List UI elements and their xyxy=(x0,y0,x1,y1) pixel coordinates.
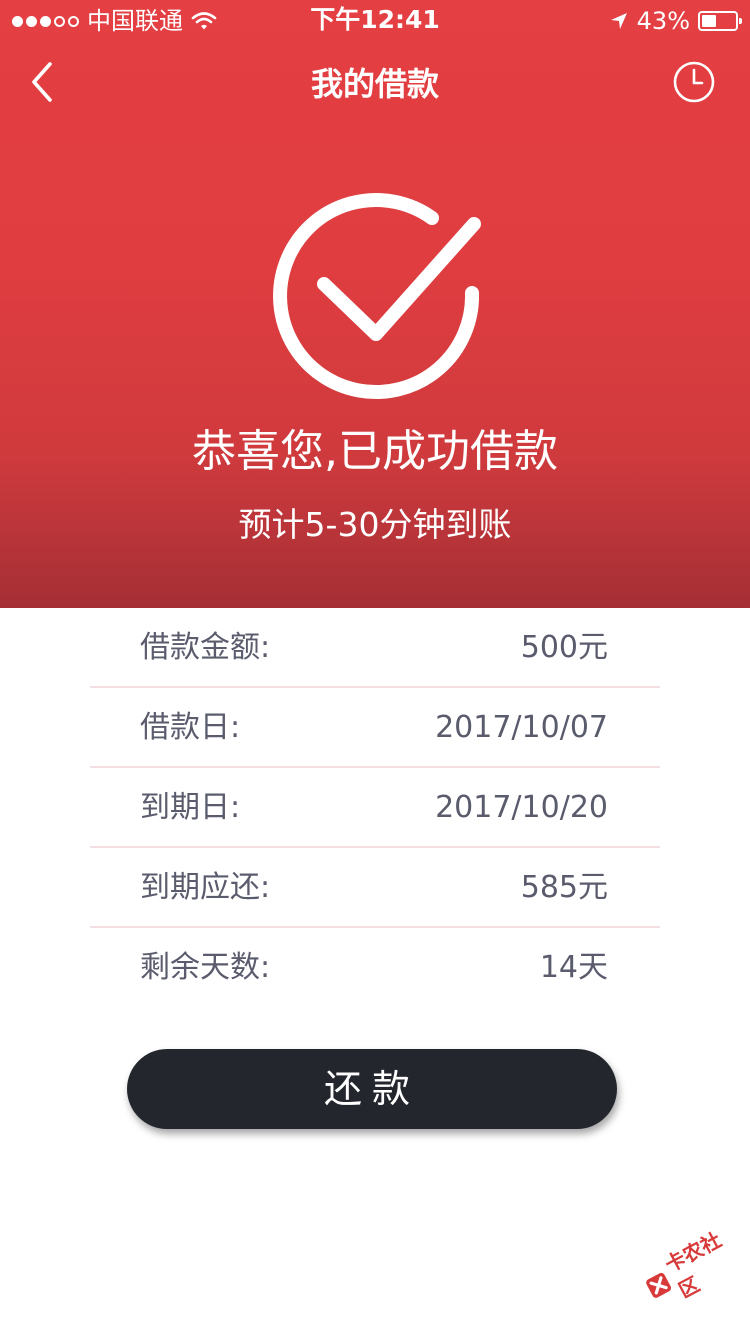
success-header: 中国联通 下午12:41 43% 我的借款 恭喜您,已成功借款 预计5-30分钟… xyxy=(0,0,750,608)
detail-label: 到期日: xyxy=(140,790,241,825)
detail-label: 借款金额: xyxy=(140,630,271,665)
battery-icon xyxy=(698,11,742,31)
battery-tip xyxy=(739,18,742,24)
detail-label: 到期应还: xyxy=(140,870,271,905)
battery-percent: 43% xyxy=(636,7,690,35)
detail-row-due-amount: 到期应还: 585元 xyxy=(90,848,660,928)
loan-details-list: 借款金额: 500元 借款日: 2017/10/07 到期日: 2017/10/… xyxy=(90,608,660,1008)
clock-icon[interactable] xyxy=(668,56,720,108)
detail-row-loan-date: 借款日: 2017/10/07 xyxy=(90,688,660,768)
detail-row-amount: 借款金额: 500元 xyxy=(90,608,660,688)
detail-value: 2017/10/07 xyxy=(435,710,608,745)
detail-row-days-left: 剩余天数: 14天 xyxy=(90,928,660,1008)
page-title: 我的借款 xyxy=(310,65,439,103)
detail-value: 500元 xyxy=(520,630,608,665)
detail-label: 借款日: xyxy=(140,710,241,745)
status-right: 43% xyxy=(609,6,742,36)
detail-value: 14天 xyxy=(539,950,608,985)
repay-button[interactable]: 还款 xyxy=(127,1049,617,1129)
detail-value: 2017/10/20 xyxy=(435,790,608,825)
battery-fill xyxy=(702,15,716,27)
status-bar: 中国联通 下午12:41 43% xyxy=(0,0,750,40)
loan-success-screen: 中国联通 下午12:41 43% 我的借款 恭喜您,已成功借款 预计5-30分钟… xyxy=(0,0,750,1334)
detail-row-due-date: 到期日: 2017/10/20 xyxy=(90,768,660,848)
success-title: 恭喜您,已成功借款 xyxy=(192,426,558,477)
watermark: 卡农社区 xyxy=(634,1218,750,1317)
check-circle-icon xyxy=(273,193,481,400)
location-arrow-icon xyxy=(610,13,627,29)
nav-bar: 我的借款 xyxy=(0,40,750,128)
detail-label: 剩余天数: xyxy=(140,950,271,985)
arrival-estimate: 预计5-30分钟到账 xyxy=(238,505,512,544)
detail-value: 585元 xyxy=(520,870,608,905)
